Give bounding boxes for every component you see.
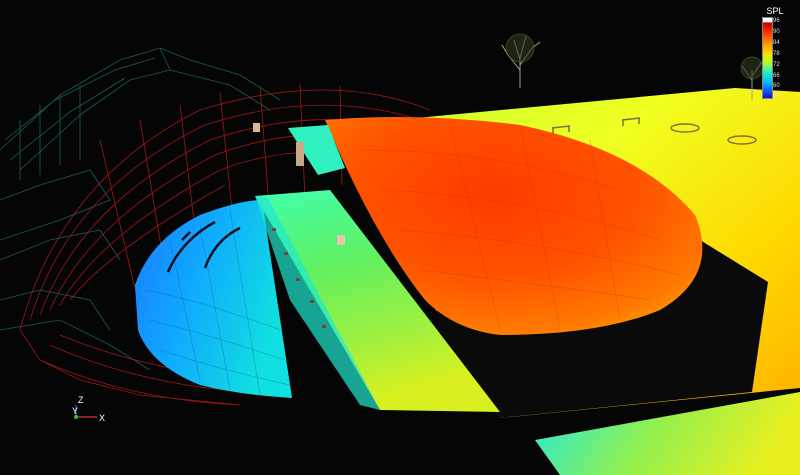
3d-viewport[interactable]: [0, 0, 800, 475]
legend-tick: 96: [773, 18, 780, 24]
legend-tick: 72: [773, 62, 780, 68]
legend-tick: 84: [773, 40, 780, 46]
speaker-object-1: [253, 123, 260, 132]
axis-x-label: X: [99, 413, 106, 423]
legend-tick: 54: [773, 93, 780, 99]
axis-y-label: Y: [72, 406, 79, 416]
legend-tick: 60: [773, 83, 780, 89]
legend-title: SPL: [766, 6, 784, 16]
speaker-object-2: [296, 142, 304, 166]
legend-tick: 90: [773, 29, 780, 35]
legend-color-bar: [762, 17, 773, 99]
legend-tick: 66: [773, 73, 780, 79]
axis-labels: Z Y X: [66, 396, 116, 426]
speaker-object-3: [337, 235, 345, 245]
axis-z-label: Z: [78, 395, 84, 405]
spl-legend: SPL 96 90 84 78 72 66 60 54: [762, 6, 788, 99]
legend-tick: 78: [773, 51, 780, 57]
